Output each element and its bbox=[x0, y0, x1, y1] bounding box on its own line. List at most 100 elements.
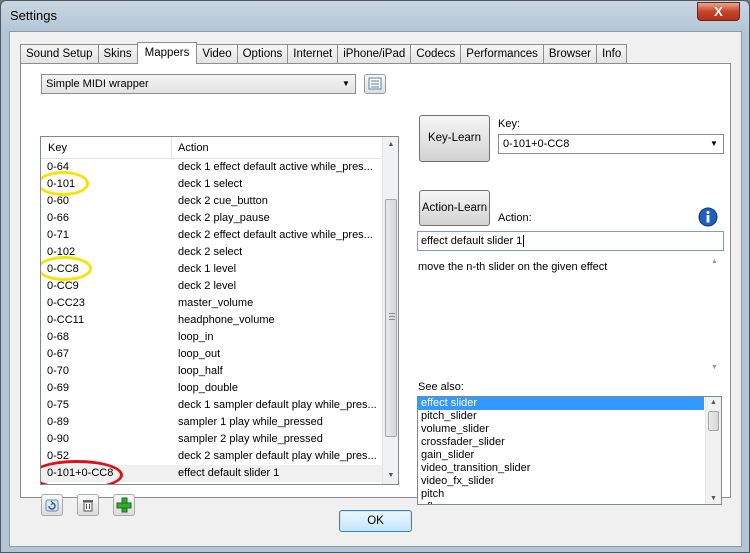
delete-button[interactable] bbox=[77, 494, 99, 516]
list-item[interactable]: video_transition_slider bbox=[418, 462, 704, 475]
row-action: sampler 2 play while_pressed bbox=[178, 433, 323, 445]
tab-iphone-ipad[interactable]: iPhone/iPad bbox=[337, 44, 412, 64]
row-key: 0-CC8 bbox=[47, 263, 79, 275]
row-action: master_volume bbox=[178, 297, 254, 309]
table-row[interactable]: 0-67 loop_out bbox=[41, 346, 382, 363]
row-key: 0-68 bbox=[47, 331, 70, 343]
scroll-down-icon[interactable]: ▼ bbox=[383, 468, 398, 484]
list-item[interactable]: crossfader_slider bbox=[418, 436, 704, 449]
key-learn-button[interactable]: Key-Learn bbox=[419, 115, 490, 162]
mapper-options-button[interactable] bbox=[364, 74, 386, 94]
table-row[interactable]: 0-CC9 deck 2 level bbox=[41, 278, 382, 295]
column-header-action[interactable]: Action bbox=[178, 142, 209, 154]
ok-button[interactable]: OK bbox=[339, 510, 412, 532]
row-key: 0-67 bbox=[47, 348, 70, 360]
key-select[interactable]: 0-101+0-CC8 ▼ bbox=[498, 134, 724, 154]
import-button[interactable] bbox=[41, 494, 63, 516]
chevron-down-icon: ▼ bbox=[710, 139, 718, 148]
row-key: 0-CC23 bbox=[47, 297, 85, 309]
mappings-table[interactable]: Key Action 0-64 deck 1 effect default act… bbox=[40, 136, 399, 485]
scroll-down-icon[interactable]: ▼ bbox=[710, 495, 717, 502]
tab-options[interactable]: Options bbox=[236, 44, 289, 64]
chevron-down-icon: ▼ bbox=[342, 79, 350, 88]
scroll-up-icon[interactable]: ▲ bbox=[710, 399, 717, 406]
info-button[interactable] bbox=[698, 207, 718, 227]
tab-strip: Sound Setup Skins Mappers Video Options … bbox=[20, 42, 628, 64]
scroll-thumb[interactable] bbox=[708, 411, 719, 431]
see-also-scrollbar[interactable]: ▲ ▼ bbox=[705, 397, 721, 504]
action-input[interactable]: effect default slider 1 bbox=[417, 231, 724, 251]
tab-mappers[interactable]: Mappers bbox=[136, 42, 198, 64]
row-action: loop_in bbox=[178, 331, 214, 343]
tab-codecs[interactable]: Codecs bbox=[410, 44, 462, 64]
see-also-list[interactable]: effect slider pitch_slider volume_slider… bbox=[417, 396, 722, 505]
mapper-select[interactable]: Simple MIDI wrapper ▼ bbox=[41, 74, 356, 94]
row-key: 0-66 bbox=[47, 212, 70, 224]
table-row[interactable]: 0-CC23 master_volume bbox=[41, 295, 382, 312]
tab-video[interactable]: Video bbox=[196, 44, 238, 64]
row-action: headphone_volume bbox=[178, 314, 275, 326]
row-key: 0-69 bbox=[47, 382, 70, 394]
tab-browser[interactable]: Browser bbox=[542, 44, 598, 64]
table-row[interactable]: 0-66 deck 2 play_pause bbox=[41, 210, 382, 227]
table-row[interactable]: 0-70 loop_half bbox=[41, 363, 382, 380]
table-row[interactable]: 0-52 deck 2 sampler default play while_pr… bbox=[41, 448, 382, 465]
tab-internet[interactable]: Internet bbox=[287, 44, 339, 64]
list-item[interactable]: pitch bbox=[418, 488, 704, 501]
key-learn-label: Key-Learn bbox=[427, 132, 482, 144]
plus-icon bbox=[116, 497, 132, 513]
row-action: sampler 1 play while_pressed bbox=[178, 416, 323, 428]
table-row-selected[interactable]: 0-101+0-CC8 effect default slider 1 bbox=[41, 465, 382, 482]
row-action: loop_double bbox=[178, 382, 238, 394]
column-divider[interactable] bbox=[171, 137, 172, 159]
table-row[interactable]: 0-102 deck 2 select bbox=[41, 244, 382, 261]
list-item[interactable]: volume_slider bbox=[418, 423, 704, 436]
table-row[interactable]: 0-69 loop_double bbox=[41, 380, 382, 397]
list-item[interactable]: pfl bbox=[418, 501, 704, 504]
table-row[interactable]: 0-71 deck 2 effect default active while_p… bbox=[41, 227, 382, 244]
list-item[interactable]: pitch_slider bbox=[418, 410, 704, 423]
column-header-key[interactable]: Key bbox=[48, 142, 67, 154]
row-key: 0-60 bbox=[47, 195, 70, 207]
table-row[interactable]: 0-CC11 headphone_volume bbox=[41, 312, 382, 329]
list-item[interactable]: gain_slider bbox=[418, 449, 704, 462]
table-row[interactable]: 0-75 deck 1 sampler default play while_pr… bbox=[41, 397, 382, 414]
tab-skins[interactable]: Skins bbox=[97, 44, 138, 64]
tab-info[interactable]: Info bbox=[596, 44, 628, 64]
table-scrollbar[interactable]: ▲ ▼ bbox=[382, 137, 398, 484]
close-button[interactable]: X bbox=[697, 2, 740, 21]
description-scrollbar[interactable]: ▲ ▼ bbox=[708, 256, 722, 373]
tab-performances[interactable]: Performances bbox=[460, 44, 544, 64]
action-input-value: effect default slider 1 bbox=[421, 235, 523, 247]
table-row[interactable]: 0-CC8 deck 1 level bbox=[41, 261, 382, 278]
table-row[interactable]: 0-68 loop_in bbox=[41, 329, 382, 346]
row-key: 0-CC9 bbox=[47, 280, 79, 292]
table-row[interactable]: 0-90 sampler 2 play while_pressed bbox=[41, 431, 382, 448]
key-select-value: 0-101+0-CC8 bbox=[503, 138, 570, 150]
mapper-select-value: Simple MIDI wrapper bbox=[46, 78, 149, 90]
row-action: deck 2 cue_button bbox=[178, 195, 268, 207]
info-icon bbox=[698, 207, 718, 227]
row-key: 0-75 bbox=[47, 399, 70, 411]
list-item[interactable]: video_fx_slider bbox=[418, 475, 704, 488]
row-action: deck 2 effect default active while_pres.… bbox=[178, 229, 373, 241]
tab-sound-setup[interactable]: Sound Setup bbox=[20, 44, 99, 64]
add-mapping-button[interactable] bbox=[113, 494, 135, 516]
row-action: deck 2 select bbox=[178, 246, 243, 258]
scroll-thumb[interactable] bbox=[385, 199, 397, 437]
title-bar[interactable]: Settings X bbox=[1, 1, 749, 31]
row-action: deck 2 sampler default play while_pres..… bbox=[178, 450, 377, 462]
row-action: loop_half bbox=[178, 365, 223, 377]
list-item[interactable]: effect slider bbox=[418, 397, 704, 410]
table-row[interactable]: 0-60 deck 2 cue_button bbox=[41, 193, 382, 210]
action-description: move the n-th slider on the given effect… bbox=[417, 256, 722, 373]
scroll-up-icon[interactable]: ▲ bbox=[383, 137, 398, 153]
table-row[interactable]: 0-64 deck 1 effect default active while_p… bbox=[41, 159, 382, 176]
key-label: Key: bbox=[498, 118, 521, 130]
dialog-client: Sound Setup Skins Mappers Video Options … bbox=[9, 31, 742, 547]
ok-label: OK bbox=[367, 515, 384, 527]
action-learn-button[interactable]: Action-Learn bbox=[419, 190, 490, 226]
table-row[interactable]: 0-89 sampler 1 play while_pressed bbox=[41, 414, 382, 431]
table-row[interactable]: 0-101 deck 1 select bbox=[41, 176, 382, 193]
row-key: 0-89 bbox=[47, 416, 70, 428]
